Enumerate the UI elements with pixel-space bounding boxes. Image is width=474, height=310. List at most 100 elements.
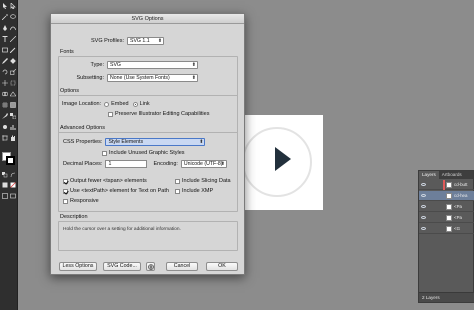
- default-colors-icon[interactable]: [2, 172, 8, 178]
- chevron-down-icon: ⬍: [157, 38, 163, 44]
- encoding-select[interactable]: Unicode (UTF-8) ⬍: [180, 160, 227, 168]
- css-properties-label: CSS Properties:: [63, 139, 103, 145]
- scale-tool-icon[interactable]: [10, 69, 16, 75]
- width-tool-icon[interactable]: [2, 80, 8, 86]
- svg-options-dialog: SVG Options SVG Profiles: SVG 1.1 ⬍ Fonts…: [50, 13, 245, 275]
- color-mode-icon[interactable]: [2, 182, 8, 188]
- screen-mode-icon[interactable]: [10, 193, 16, 199]
- layer-color-chip: [443, 180, 445, 190]
- rectangle-tool-icon[interactable]: [2, 47, 8, 53]
- include-xmp-label: Include XMP: [182, 188, 214, 194]
- fonts-group-title: Fonts: [60, 49, 74, 55]
- pen-tool-icon[interactable]: [2, 25, 8, 31]
- type-select[interactable]: SVG ⬍: [107, 61, 198, 69]
- responsive-checkbox[interactable]: [63, 198, 68, 204]
- tab-layers[interactable]: Layers: [419, 171, 439, 179]
- layer-row[interactable]: <G: [419, 224, 474, 234]
- perspective-grid-tool-icon[interactable]: [10, 91, 16, 97]
- dialog-title: SVG Options: [51, 14, 244, 24]
- description-group-title: Description: [60, 214, 88, 220]
- css-properties-select[interactable]: Style Elements ⬍: [105, 138, 206, 146]
- shape-builder-tool-icon[interactable]: [2, 91, 8, 97]
- swap-colors-icon[interactable]: [10, 172, 16, 178]
- chevron-down-icon: ⬍: [220, 161, 225, 167]
- encoding-label: Encoding:: [153, 161, 178, 167]
- chevron-down-icon: ⬍: [199, 139, 204, 145]
- decimal-places-label: Decimal Places:: [63, 161, 103, 167]
- draw-normal-icon[interactable]: [2, 193, 8, 199]
- eyedropper-tool-icon[interactable]: [2, 113, 8, 119]
- gradient-tool-icon[interactable]: [10, 102, 16, 108]
- lasso-tool-icon[interactable]: [10, 14, 16, 20]
- subsetting-select[interactable]: None (Use System Fonts) ⬍: [107, 74, 198, 82]
- visibility-eye-icon[interactable]: [421, 183, 426, 186]
- include-slicing-checkbox[interactable]: [175, 178, 180, 184]
- blend-tool-icon[interactable]: [10, 113, 16, 119]
- selection-tool-icon[interactable]: [2, 3, 8, 9]
- chevron-down-icon: ⬍: [191, 62, 196, 68]
- artboard-tool-icon[interactable]: [2, 135, 8, 141]
- none-mode-icon[interactable]: [10, 182, 16, 188]
- ok-button[interactable]: OK: [206, 262, 238, 271]
- link-label: Link: [139, 101, 150, 107]
- tools-panel: [0, 0, 18, 310]
- svg-code-button[interactable]: SVG Code...: [103, 262, 141, 271]
- pencil-tool-icon[interactable]: [2, 58, 8, 64]
- embed-label: Embed: [111, 101, 129, 107]
- web-preview-button[interactable]: [146, 262, 155, 271]
- type-tool-icon[interactable]: [2, 36, 8, 42]
- layer-row[interactable]: <Pa: [419, 202, 474, 212]
- mesh-tool-icon[interactable]: [2, 102, 8, 108]
- cancel-button[interactable]: Cancel: [166, 262, 198, 271]
- free-transform-tool-icon[interactable]: [10, 80, 16, 86]
- layer-row[interactable]: cd-butt: [419, 180, 474, 190]
- use-textpath-checkbox[interactable]: [63, 188, 68, 194]
- column-graph-tool-icon[interactable]: [10, 124, 16, 130]
- direct-selection-tool-icon[interactable]: [10, 3, 16, 9]
- stroke-swatch[interactable]: [6, 156, 15, 165]
- layer-thumbnail: [446, 226, 452, 232]
- output-fewer-checkbox[interactable]: [63, 178, 68, 184]
- layer-name: <G: [454, 226, 460, 231]
- subsetting-label: Subsetting:: [76, 75, 104, 81]
- output-fewer-label: Output fewer <tspan> elements: [70, 178, 147, 184]
- layer-name: cd-butt: [454, 182, 468, 187]
- chevron-down-icon: ⬍: [191, 75, 196, 81]
- link-radio[interactable]: [132, 101, 138, 107]
- less-options-button[interactable]: Less Options: [59, 262, 97, 271]
- include-slicing-label: Include Slicing Data: [182, 178, 231, 184]
- eraser-tool-icon[interactable]: [10, 58, 16, 64]
- symbol-sprayer-tool-icon[interactable]: [2, 124, 8, 130]
- include-unused-checkbox[interactable]: [102, 150, 107, 156]
- hand-tool-icon[interactable]: [10, 135, 16, 141]
- include-xmp-checkbox[interactable]: [175, 188, 180, 194]
- preserve-label: Preserve Illustrator Editing Capabilitie…: [115, 111, 210, 117]
- visibility-eye-icon[interactable]: [421, 205, 426, 208]
- layer-thumbnail: [446, 215, 452, 221]
- layer-row[interactable]: cd-hea: [419, 191, 474, 201]
- play-icon: [275, 147, 291, 171]
- svg-profiles-label: SVG Profiles:: [91, 38, 125, 44]
- visibility-eye-icon[interactable]: [421, 227, 426, 230]
- description-text: Hold the cursor over a setting for addit…: [63, 227, 181, 232]
- preserve-checkbox[interactable]: [108, 111, 113, 117]
- rotate-tool-icon[interactable]: [2, 69, 8, 75]
- curvature-tool-icon[interactable]: [10, 25, 16, 31]
- layer-row[interactable]: <Pa: [419, 213, 474, 223]
- globe-icon: [147, 264, 154, 270]
- embed-radio[interactable]: [104, 101, 110, 107]
- layer-thumbnail: [446, 204, 452, 210]
- tab-artboards[interactable]: Artboards: [439, 171, 465, 179]
- layer-name: <Pa: [454, 215, 462, 220]
- layer-thumbnail: [446, 193, 452, 199]
- decimal-places-input[interactable]: 1: [105, 160, 148, 168]
- line-tool-icon[interactable]: [10, 36, 16, 42]
- visibility-eye-icon[interactable]: [421, 194, 426, 197]
- layers-count: 2 Layers: [422, 295, 440, 300]
- include-unused-label: Include Unused Graphic Styles: [109, 150, 185, 156]
- magic-wand-tool-icon[interactable]: [2, 14, 8, 20]
- paintbrush-tool-icon[interactable]: [10, 47, 16, 53]
- visibility-eye-icon[interactable]: [421, 216, 426, 219]
- svg-profiles-select[interactable]: SVG 1.1 ⬍: [127, 37, 165, 45]
- description-group: [58, 221, 238, 251]
